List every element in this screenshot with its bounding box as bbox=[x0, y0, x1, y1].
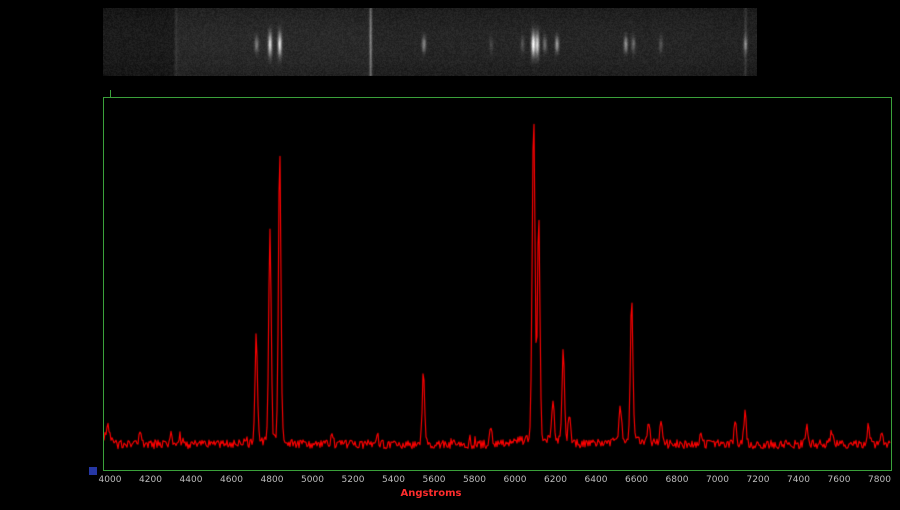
x-tick-label: 7000 bbox=[698, 475, 738, 486]
x-tick-label: 7200 bbox=[738, 475, 778, 486]
x-axis-tick-labels: 4000420044004600480050005200540056005800… bbox=[0, 475, 900, 487]
x-tick-label: 5400 bbox=[374, 475, 414, 486]
spectrum-2d-strip-canvas bbox=[103, 8, 757, 76]
x-tick-label: 6000 bbox=[495, 475, 535, 486]
x-tick-label: 4800 bbox=[252, 475, 292, 486]
x-tick-label: 7800 bbox=[860, 475, 900, 486]
x-tick-label: 5200 bbox=[333, 475, 373, 486]
x-axis-label: Angstroms bbox=[391, 488, 471, 499]
x-tick-label: 5600 bbox=[414, 475, 454, 486]
x-tick-label: 4000 bbox=[90, 475, 130, 486]
x-tick-label: 4600 bbox=[212, 475, 252, 486]
x-tick-label: 4200 bbox=[131, 475, 171, 486]
x-tick-label: 5800 bbox=[455, 475, 495, 486]
x-tick-label: 7400 bbox=[779, 475, 819, 486]
axis-origin-marker bbox=[89, 467, 97, 475]
spectrum-plot-canvas[interactable] bbox=[104, 98, 891, 470]
x-tick-label: 6800 bbox=[657, 475, 697, 486]
x-tick-label: 6200 bbox=[536, 475, 576, 486]
x-tick-label: 6400 bbox=[576, 475, 616, 486]
x-tick-label: 7600 bbox=[819, 475, 859, 486]
plot-frame bbox=[103, 97, 892, 471]
x-tick-label: 4400 bbox=[171, 475, 211, 486]
x-tick-label: 5000 bbox=[293, 475, 333, 486]
x-tick-label: 6600 bbox=[617, 475, 657, 486]
